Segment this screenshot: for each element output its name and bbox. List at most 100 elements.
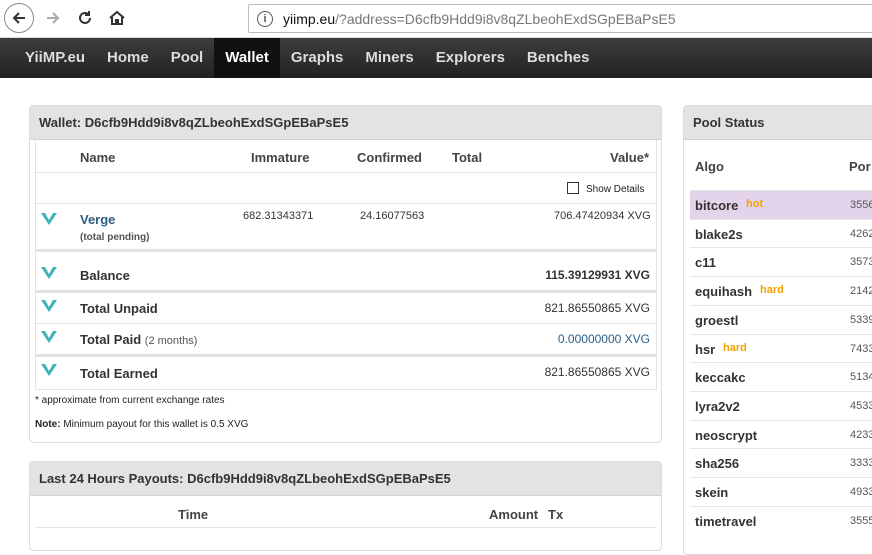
pool-status-panel: Pool Status Algo Por bitcore hot 3556 blake… [683, 105, 872, 555]
nav-graphs[interactable]: Graphs [280, 38, 355, 78]
algo-port: 4933 [850, 486, 872, 498]
algo-port: 3333 [850, 457, 872, 470]
algo-port: 5134 [850, 371, 872, 384]
algo-port: 3556 [850, 199, 872, 211]
algo-name: blake2s [695, 226, 743, 242]
algo-name: keccakc [695, 370, 746, 386]
algo-name: c11 [695, 255, 716, 271]
algo-row[interactable]: equihash hard 2142 [690, 276, 872, 305]
algo-row[interactable]: keccakc 5134 [690, 362, 872, 391]
divider [35, 203, 657, 204]
verge-coin-icon [41, 364, 57, 376]
algo-port: 2142 [850, 285, 872, 298]
coin-name-link[interactable]: Verge [80, 212, 115, 227]
coin-sub: (total pending) [80, 232, 150, 243]
algo-name: timetravel [695, 513, 757, 529]
algo-name: lyra2v2 [695, 398, 740, 414]
algo-row[interactable]: timetravel 3555 [690, 505, 872, 535]
nav-miners[interactable]: Miners [354, 38, 424, 78]
col-algo: Algo [695, 159, 724, 174]
show-details-checkbox[interactable] [567, 182, 579, 194]
algo-name: equihash [695, 284, 753, 300]
algo-tag: hard [723, 341, 747, 354]
col-value: Value* [610, 150, 650, 165]
divider [35, 323, 657, 324]
note-label: Note: [35, 419, 61, 430]
verge-coin-icon [41, 213, 57, 225]
back-button[interactable] [4, 3, 34, 33]
col-port: Por [849, 159, 871, 174]
algo-row[interactable]: blake2s 4262 [690, 218, 872, 248]
unpaid-label: Total Unpaid [80, 301, 158, 316]
divider [35, 172, 657, 173]
reload-icon [79, 11, 91, 24]
brand-link[interactable]: YiiMP.eu [14, 38, 96, 78]
algo-name: neoscrypt [695, 427, 758, 443]
algo-name: sha256 [695, 456, 740, 472]
paid-value-link[interactable]: 0.00000000 XVG [460, 332, 650, 346]
algo-port: 7433 [850, 342, 872, 355]
arrow-left-icon [12, 12, 25, 24]
pool-status-title: Pool Status [684, 106, 872, 140]
footnote: * approximate from current exchange rate… [35, 395, 225, 406]
paid-period: (2 months) [144, 335, 198, 347]
col-immature: Immature [251, 150, 310, 165]
col-confirmed: Confirmed [357, 150, 422, 165]
divider [35, 249, 657, 252]
reload-button[interactable] [70, 3, 100, 33]
algo-row[interactable]: bitcore hot 3556 [690, 190, 872, 219]
col-time: Time [178, 507, 209, 522]
algo-row[interactable]: skein 4933 [690, 477, 872, 506]
show-details-label: Show Details [586, 184, 645, 195]
address-bar[interactable]: i yiimp.eu/?address=D6cfb9Hdd9i8v8qZLbeo… [248, 4, 872, 33]
algo-row[interactable]: neoscrypt 4233 [690, 419, 872, 449]
algo-name: groestl [695, 312, 739, 328]
algo-row[interactable]: c11 3573 [690, 247, 872, 276]
site-navbar: YiiMP.eu Home Pool Wallet Graphs Miners … [0, 38, 872, 78]
algo-row[interactable]: sha256 3333 [690, 448, 872, 477]
divider [35, 527, 657, 528]
nav-benches[interactable]: Benches [516, 38, 601, 78]
algo-tag: hard [760, 284, 784, 297]
url-host: yiimp.eu [283, 10, 336, 27]
divider [35, 354, 657, 357]
col-tx: Tx [548, 507, 564, 522]
algo-name: hsr [695, 341, 716, 357]
balance-value: 115.39129931 XVG [545, 268, 650, 282]
algo-port: 4233 [850, 428, 872, 441]
unpaid-value: 821.86550865 XVG [544, 301, 650, 315]
algo-name: bitcore [695, 198, 739, 213]
col-name: Name [80, 150, 116, 165]
col-amount: Amount [489, 507, 539, 522]
paid-label-text: Total Paid [80, 332, 142, 347]
algo-name: skein [695, 485, 729, 500]
earned-label: Total Earned [80, 366, 158, 381]
url-path: /?address=D6cfb9Hdd9i8v8qZLbeohExdSGpEBa… [335, 10, 676, 27]
wallet-table [35, 140, 657, 390]
wallet-panel: Wallet: D6cfb9Hdd9i8v8qZLbeohExdSGpEBaPs… [29, 105, 662, 443]
verge-coin-icon [41, 300, 57, 312]
algo-port: 3573 [850, 256, 872, 269]
nav-wallet[interactable]: Wallet [214, 38, 280, 78]
algo-row[interactable]: hsr hard 7433 [690, 333, 872, 363]
algo-row[interactable]: groestl 5339 [690, 304, 872, 334]
nav-home[interactable]: Home [96, 38, 160, 78]
home-icon [109, 10, 125, 25]
forward-button[interactable] [38, 3, 68, 33]
nav-pool[interactable]: Pool [160, 38, 215, 78]
info-icon[interactable]: i [257, 10, 273, 27]
algo-port: 3555 [850, 514, 872, 527]
payouts-title: Last 24 Hours Payouts: D6cfb9Hdd9i8v8qZL… [30, 462, 661, 496]
divider [35, 290, 657, 293]
algo-tag: hot [746, 198, 764, 210]
nav-explorers[interactable]: Explorers [425, 38, 516, 78]
earned-value: 821.86550865 XVG [544, 365, 650, 379]
home-button[interactable] [102, 3, 132, 33]
coin-value: 706.47420934 XVG [554, 210, 651, 222]
note-text: Minimum payout for this wallet is 0.5 XV… [63, 419, 249, 430]
col-total: Total [452, 150, 483, 165]
browser-toolbar: i yiimp.eu/?address=D6cfb9Hdd9i8v8qZLbeo… [0, 0, 872, 38]
algo-row[interactable]: lyra2v2 4533 [690, 390, 872, 420]
payout-note: Note: Minimum payout for this wallet is … [35, 419, 248, 430]
algo-port: 4262 [850, 227, 872, 240]
